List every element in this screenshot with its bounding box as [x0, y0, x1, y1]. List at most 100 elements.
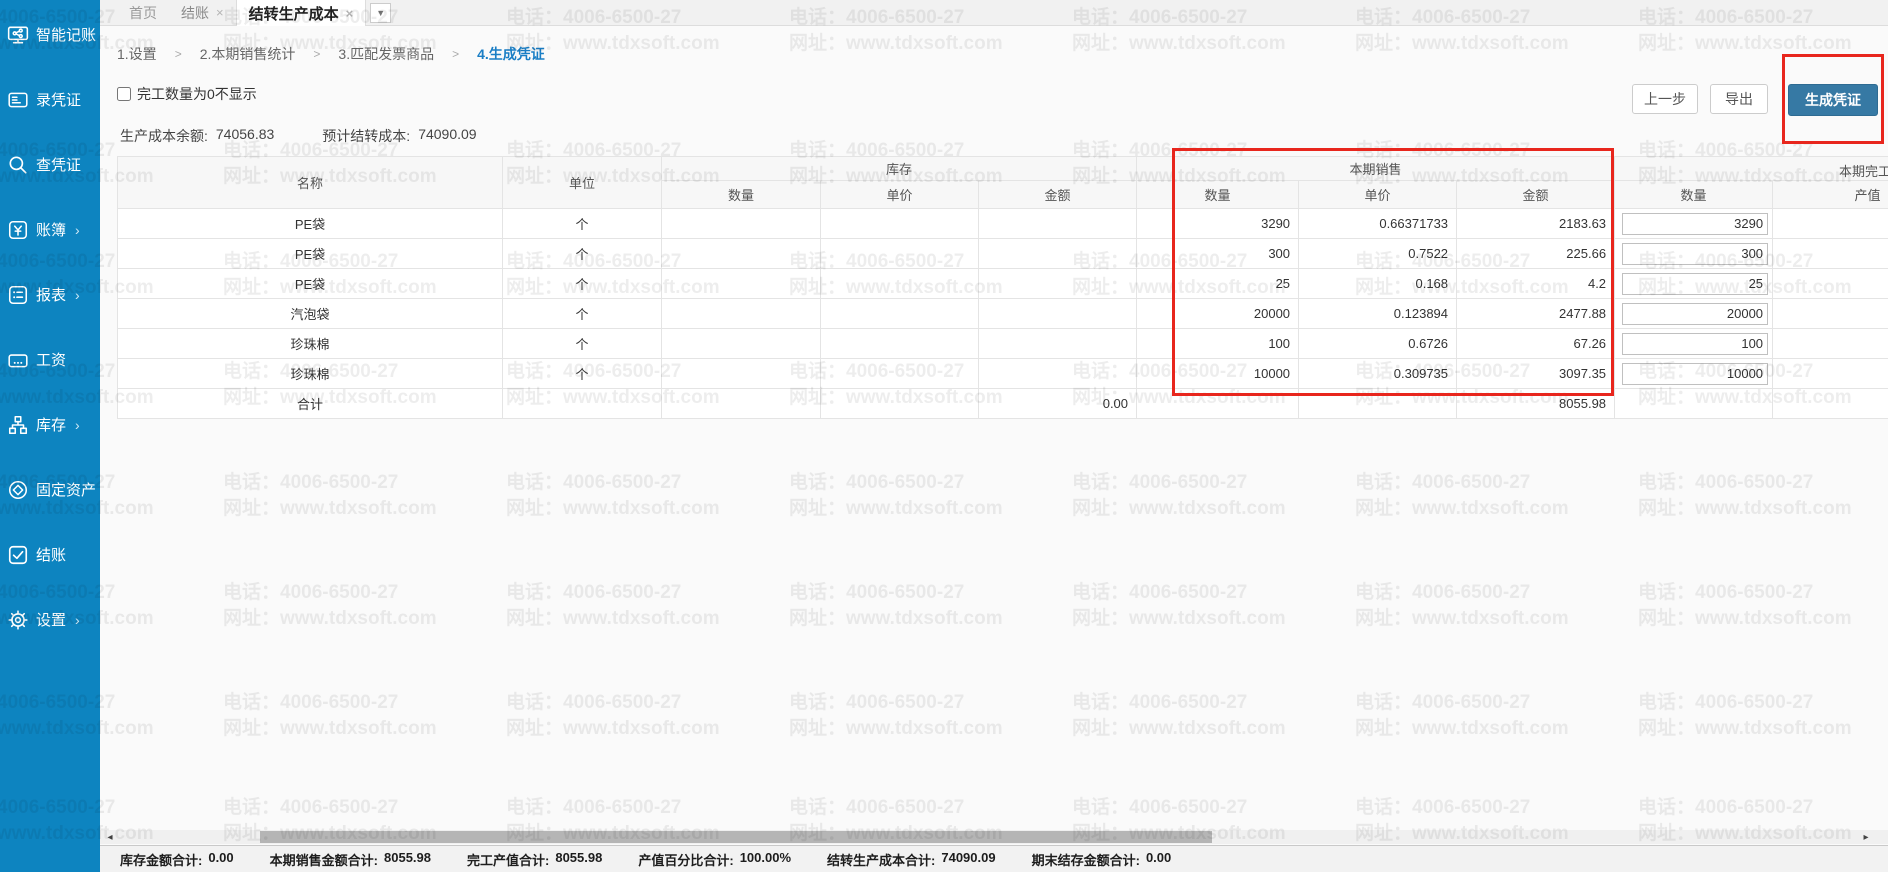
output-total-cell: 8055.98	[1773, 389, 1888, 419]
tab-carryover-production-cost[interactable]: 结转生产成本 ×	[236, 0, 367, 26]
sidebar-item-ledger[interactable]: 账簿 ›	[0, 197, 100, 262]
finished-qty-cell	[1615, 269, 1773, 299]
stock-qty-cell	[662, 329, 821, 359]
sales-price-cell: 0.6726	[1299, 329, 1457, 359]
finished-qty-input[interactable]	[1622, 273, 1768, 295]
status-bar: 库存金额合计:0.00 本期销售金额合计:8055.98 完工产值合计:8055…	[100, 845, 1888, 872]
checkout-icon	[7, 544, 29, 566]
col-header-unit: 单位	[503, 157, 662, 209]
sidebar-item-label: 智能记账	[36, 24, 96, 45]
stock-price-cell	[821, 389, 979, 419]
finished-group-label: 本期完工	[1839, 161, 1888, 180]
product-name-cell: PE袋	[118, 269, 503, 299]
chevron-right-icon: ›	[75, 417, 80, 433]
output-value-cell: 2183.63	[1773, 209, 1888, 239]
stock-price-cell	[821, 299, 979, 329]
sidebar-item-inventory[interactable]: 库存 ›	[0, 392, 100, 457]
finished-qty-input[interactable]	[1622, 213, 1768, 235]
finished-qty-input[interactable]	[1622, 303, 1768, 325]
col-header-name: 名称	[118, 157, 503, 209]
status-stock-total-value: 0.00	[208, 850, 233, 869]
tab-label: 首页	[129, 3, 157, 23]
breadcrumb-step-settings[interactable]: 1.设置	[117, 44, 157, 64]
col-header-sales-price: 单价	[1299, 181, 1457, 209]
hide-zero-label: 完工数量为0不显示	[137, 84, 257, 104]
table-row: PE袋个250.1684.24.2	[118, 269, 1888, 299]
status-ending-balance-label: 期末结存金额合计:	[1032, 850, 1140, 869]
finished-qty-cell	[1615, 389, 1773, 419]
cost-summary: 生产成本余额: 74056.83 预计结转成本: 74090.09	[120, 126, 477, 146]
col-header-sales-amount: 金额	[1457, 181, 1615, 209]
cost-balance-label: 生产成本余额:	[120, 126, 208, 146]
table-row: 珍珠棉个1000.672667.2667.26	[118, 329, 1888, 359]
generate-voucher-button[interactable]: 生成凭证	[1788, 84, 1878, 116]
finished-qty-cell	[1615, 299, 1773, 329]
status-carryover-total-label: 结转生产成本合计:	[827, 850, 935, 869]
settings-icon	[7, 609, 29, 631]
product-name-cell: PE袋	[118, 209, 503, 239]
stock-amount-cell	[979, 299, 1137, 329]
scroll-right-icon[interactable]: ▸	[1858, 830, 1874, 844]
sidebar-item-label: 固定资产	[36, 479, 96, 500]
close-icon[interactable]: ×	[216, 5, 224, 20]
sales-price-cell: 0.168	[1299, 269, 1457, 299]
sidebar-item-report[interactable]: 报表 ›	[0, 262, 100, 327]
horizontal-scrollbar[interactable]: ◂ ▸	[100, 830, 1888, 844]
close-icon[interactable]: ×	[346, 6, 354, 21]
breadcrumb-step-match-invoice[interactable]: 3.匹配发票商品	[338, 44, 434, 64]
filter-row: 完工数量为0不显示	[117, 84, 257, 104]
sales-amount-cell: 4.2	[1457, 269, 1615, 299]
stock-amount-total-cell: 0.00	[979, 389, 1137, 419]
report-icon	[7, 284, 29, 306]
sidebar-item-voucher-entry[interactable]: 录凭证	[0, 67, 100, 132]
sidebar-item-voucher-search[interactable]: 查凭证	[0, 132, 100, 197]
col-header-output: 产值	[1773, 181, 1888, 209]
output-value-cell: 4.2	[1773, 269, 1888, 299]
scroll-left-icon[interactable]: ◂	[102, 830, 118, 844]
tab-list-dropdown[interactable]: ▼	[370, 3, 391, 23]
product-name-cell: 珍珠棉	[118, 329, 503, 359]
sidebar-item-label: 报表	[36, 284, 66, 305]
cost-balance-value: 74056.83	[216, 126, 274, 146]
tab-bar: 首页 结账 × 结转生产成本 × ▼	[100, 0, 1888, 26]
inventory-icon	[7, 414, 29, 436]
status-sales-total-label: 本期销售金额合计:	[270, 850, 378, 869]
sales-amount-cell: 2183.63	[1457, 209, 1615, 239]
tab-checkout[interactable]: 结账 ×	[169, 0, 236, 25]
sidebar-item-fixed-asset[interactable]: 固定资产	[0, 457, 100, 522]
unit-cell: 个	[503, 299, 662, 329]
finished-qty-cell	[1615, 329, 1773, 359]
finished-qty-input[interactable]	[1622, 243, 1768, 265]
hide-zero-checkbox[interactable]	[117, 87, 131, 101]
sales-price-cell	[1299, 389, 1457, 419]
sidebar-item-settings[interactable]: 设置 ›	[0, 587, 100, 652]
scrollbar-thumb[interactable]	[260, 831, 1212, 843]
finished-qty-input[interactable]	[1622, 333, 1768, 355]
sales-price-cell: 0.123894	[1299, 299, 1457, 329]
sidebar-item-salary[interactable]: 工资	[0, 327, 100, 392]
breadcrumb-step-generate-voucher[interactable]: 4.生成凭证	[477, 44, 545, 64]
stock-amount-cell	[979, 269, 1137, 299]
sidebar-item-smart-accounting[interactable]: 智能记账	[0, 2, 100, 67]
stock-price-cell	[821, 359, 979, 389]
col-group-current-sales: 本期销售	[1137, 157, 1615, 181]
salary-icon	[7, 349, 29, 371]
breadcrumb-step-sales-stats[interactable]: 2.本期销售统计	[200, 44, 296, 64]
finished-qty-input[interactable]	[1622, 363, 1768, 385]
sidebar-item-checkout[interactable]: 结账	[0, 522, 100, 587]
sales-qty-cell: 300	[1137, 239, 1299, 269]
smart-accounting-icon	[7, 24, 29, 46]
export-button[interactable]: 导出	[1710, 84, 1768, 114]
main-area: 首页 结账 × 结转生产成本 × ▼ 1.设置 > 2.本期销售统计 > 3.匹…	[100, 0, 1888, 872]
prev-step-button[interactable]: 上一步	[1632, 84, 1698, 114]
status-output-total-value: 8055.98	[555, 850, 602, 869]
stock-price-cell	[821, 269, 979, 299]
breadcrumb-separator: >	[452, 47, 459, 61]
unit-cell: 个	[503, 209, 662, 239]
stock-qty-cell	[662, 269, 821, 299]
stock-amount-cell	[979, 209, 1137, 239]
tab-home[interactable]: 首页	[117, 0, 169, 25]
sales-amount-cell: 3097.35	[1457, 359, 1615, 389]
stock-qty-cell	[662, 299, 821, 329]
sidebar-item-label: 工资	[36, 349, 66, 370]
